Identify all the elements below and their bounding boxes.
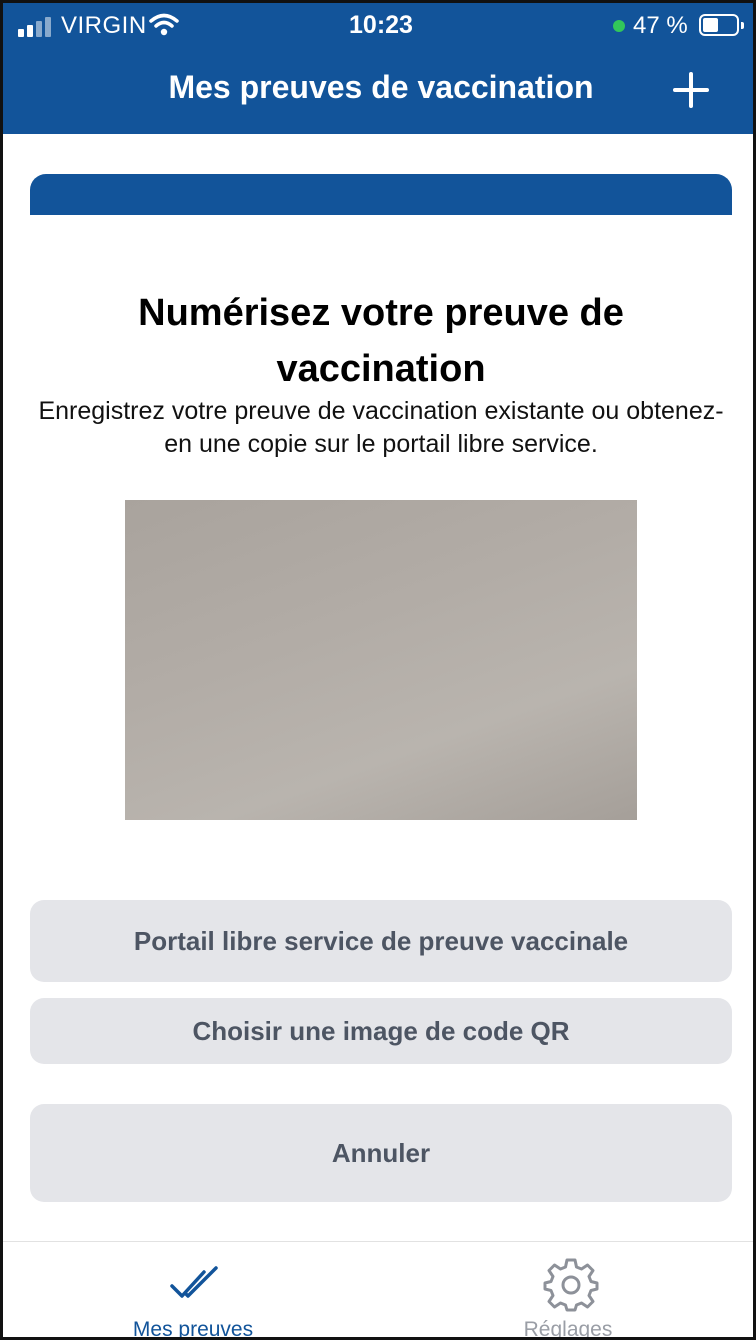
choose-qr-image-button[interactable]: Choisir une image de code QR [30,998,732,1064]
page-title: Mes preuves de vaccination [168,69,594,105]
tab-label: Réglages [523,1318,613,1340]
camera-preview [125,500,637,820]
self-service-portal-button[interactable]: Portail libre service de preuve vaccinal… [30,900,732,982]
sheet-title: Numérisez votre preuve de vaccination [138,292,624,390]
cancel-button[interactable]: Annuler [30,1104,732,1202]
battery-icon [699,14,744,36]
tab-reglages[interactable]: Réglages [443,1242,693,1340]
double-check-icon [170,1266,218,1298]
gear-icon [543,1258,599,1312]
app-header: VIRGIN 10:23 47 % Mes preuves de vaccina… [3,3,753,134]
tab-label: Mes preuves [132,1318,254,1340]
scan-bottom-sheet: Numérisez votre preuve de vaccination En… [3,215,753,1245]
battery-percentage: 47 % [633,12,688,39]
privacy-indicator-dot [613,20,625,32]
add-proof-button[interactable] [671,70,711,110]
status-bar: VIRGIN 10:23 47 % [3,3,753,51]
tab-bar: Mes preuves Réglages [3,1241,753,1340]
app-screen: VIRGIN 10:23 47 % Mes preuves de vaccina… [0,0,756,1340]
tab-mes-preuves[interactable]: Mes preuves [68,1242,318,1340]
sheet-description: Enregistrez votre preuve de vaccination … [38,397,724,458]
